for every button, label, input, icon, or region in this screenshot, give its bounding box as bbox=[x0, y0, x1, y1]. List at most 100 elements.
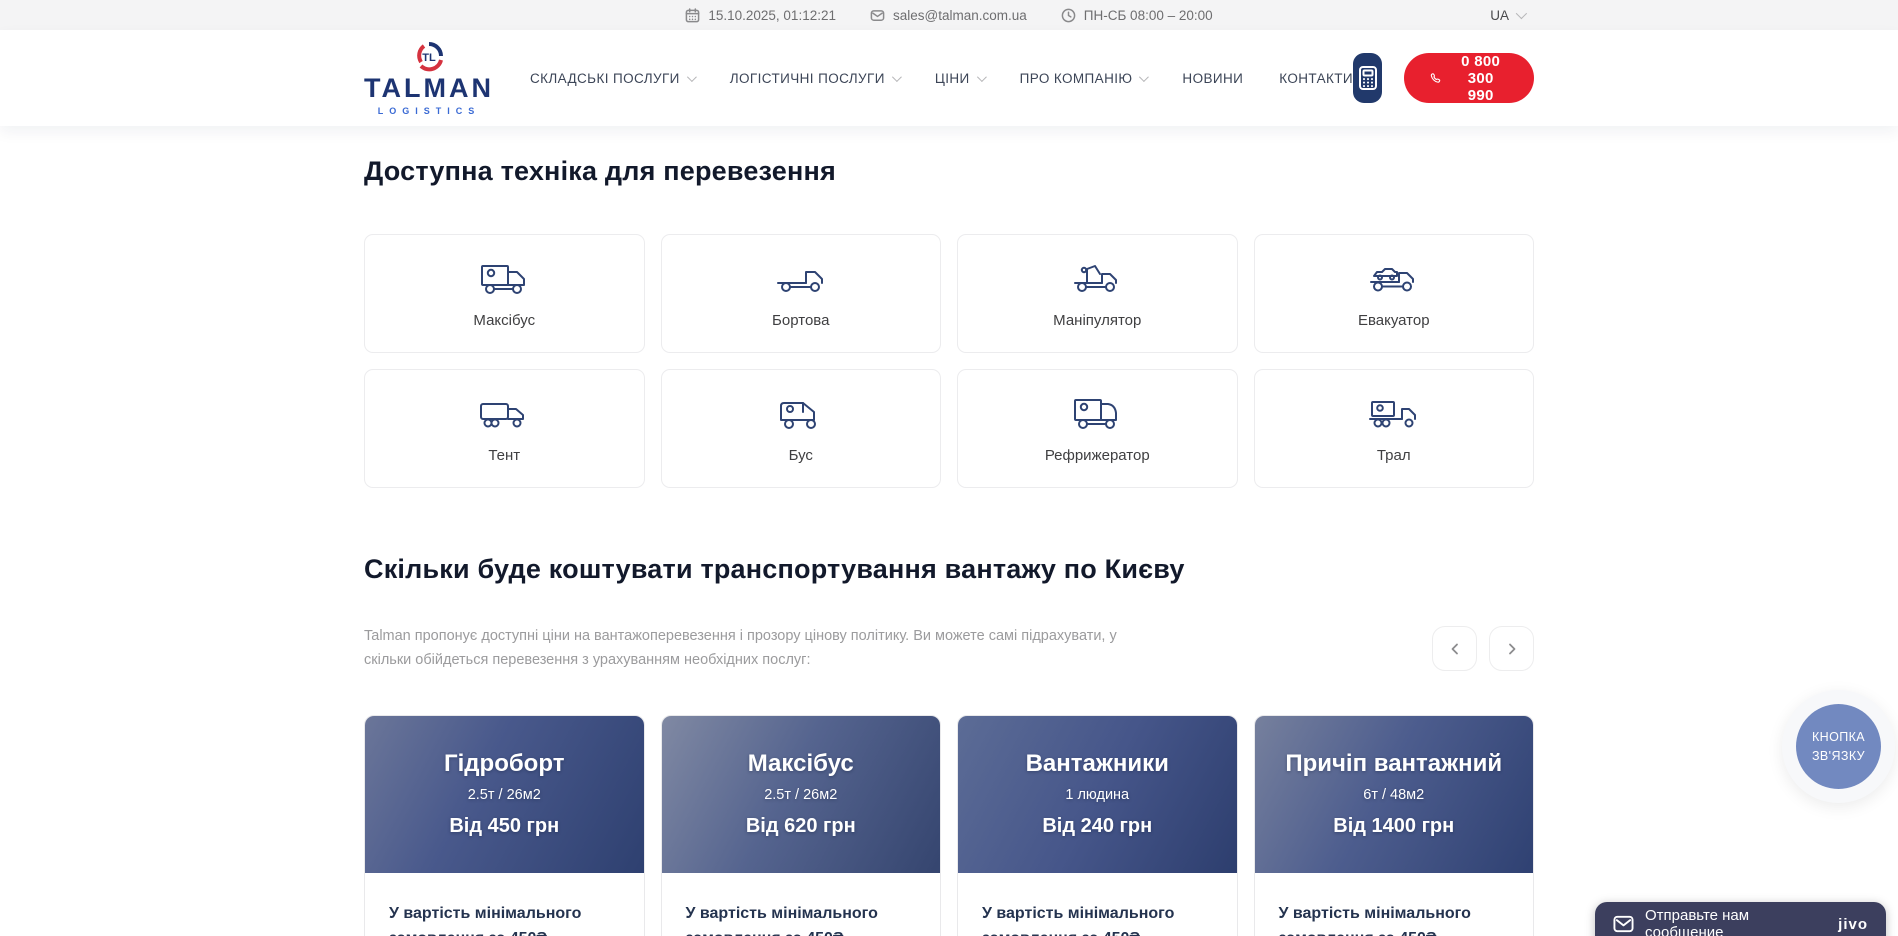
nav-label: СКЛАДСЬКІ ПОСЛУГИ bbox=[530, 71, 680, 86]
logo[interactable]: TL TALMAN LOGISTICS bbox=[364, 41, 494, 116]
callback-widget-label: КНОПКА ЗВ'ЯЗКУ bbox=[1796, 704, 1881, 789]
logo-title: TALMAN bbox=[364, 75, 494, 102]
pricing-section-title: Скільки буде коштувати транспортування в… bbox=[364, 554, 1534, 585]
calendar-icon bbox=[685, 8, 700, 23]
vehicle-label: Маніпулятор bbox=[1053, 312, 1141, 329]
email-text: sales@talman.com.ua bbox=[893, 8, 1027, 23]
language-selector[interactable]: UA bbox=[1463, 0, 1524, 30]
price-card-image: Вантажники 1 людина Від 240 грн bbox=[958, 716, 1237, 873]
vehicle-label: Рефрижератор bbox=[1045, 447, 1150, 464]
nav-label: ПРО КОМПАНІЮ bbox=[1020, 71, 1133, 86]
box-truck-icon bbox=[476, 259, 532, 299]
price-card-maxibus[interactable]: Максібус 2.5т / 26м2 Від 620 грн У варті… bbox=[661, 715, 942, 936]
tent-truck-icon bbox=[476, 394, 532, 434]
nav-label: ЦІНИ bbox=[935, 71, 970, 86]
logo-subtitle: LOGISTICS bbox=[378, 106, 481, 116]
vehicle-card-crane[interactable]: Маніпулятор bbox=[957, 234, 1238, 353]
vehicle-card-refrigerator[interactable]: Рефрижератор bbox=[957, 369, 1238, 488]
page: 15.10.2025, 01:12:21 sales@talman.com.ua… bbox=[0, 0, 1898, 936]
callback-line2: ЗВ'ЯЗКУ bbox=[1812, 747, 1865, 765]
chevron-down-icon bbox=[977, 72, 987, 82]
price-card-price: Від 620 грн bbox=[746, 815, 856, 838]
callback-widget-button[interactable]: КНОПКА ЗВ'ЯЗКУ bbox=[1782, 690, 1895, 803]
nav-item-prices[interactable]: ЦІНИ bbox=[935, 71, 984, 86]
tow-truck-icon bbox=[1366, 259, 1422, 299]
vehicles-section-title: Доступна техніка для перевезення bbox=[364, 126, 1534, 187]
email-item[interactable]: sales@talman.com.ua bbox=[870, 8, 1027, 23]
chat-message-text: Отправьте нам сообщение bbox=[1645, 907, 1823, 936]
price-card-title: Причіп вантажний bbox=[1285, 750, 1502, 778]
vehicle-card-bus[interactable]: Бус bbox=[661, 369, 942, 488]
price-card-note: У вартість мінімального замовлення за 45… bbox=[686, 901, 917, 936]
chat-envelope-icon bbox=[1613, 915, 1634, 933]
pricing-carousel-controls bbox=[1432, 626, 1534, 671]
nav-label: ЛОГІСТИЧНІ ПОСЛУГИ bbox=[730, 71, 885, 86]
main-nav: СКЛАДСЬКІ ПОСЛУГИ ЛОГІСТИЧНІ ПОСЛУГИ ЦІН… bbox=[530, 71, 1353, 86]
datetime-item: 15.10.2025, 01:12:21 bbox=[685, 8, 836, 23]
chevron-down-icon bbox=[687, 72, 697, 82]
carousel-prev-button[interactable] bbox=[1432, 626, 1477, 671]
mail-icon bbox=[870, 8, 885, 23]
vehicle-card-flatbed[interactable]: Бортова bbox=[661, 234, 942, 353]
nav-item-warehouse-services[interactable]: СКЛАДСЬКІ ПОСЛУГИ bbox=[530, 71, 694, 86]
price-card-loaders[interactable]: Вантажники 1 людина Від 240 грн У вартіс… bbox=[957, 715, 1238, 936]
svg-text:TL: TL bbox=[422, 52, 436, 64]
pricing-description: Talman пропонує доступні ціни на вантажо… bbox=[364, 625, 1139, 673]
vehicle-label: Трал bbox=[1377, 447, 1411, 464]
pricing-cards: Гідроборт 2.5т / 26м2 Від 450 грн У варт… bbox=[364, 715, 1534, 936]
calculator-icon bbox=[1356, 65, 1380, 91]
refrigerator-truck-icon bbox=[1069, 394, 1125, 434]
phone-button[interactable]: 0 800 300 990 bbox=[1404, 53, 1534, 103]
phone-number: 0 800 300 990 bbox=[1453, 53, 1508, 104]
main-header: TL TALMAN LOGISTICS СКЛАДСЬКІ ПОСЛУГИ ЛО… bbox=[0, 30, 1898, 126]
price-card-note: У вартість мінімального замовлення за 45… bbox=[982, 901, 1213, 936]
price-card-spec: 2.5т / 26м2 bbox=[468, 787, 541, 803]
nav-item-news[interactable]: НОВИНИ bbox=[1182, 71, 1243, 86]
van-icon bbox=[773, 394, 829, 434]
working-hours-text: ПН-СБ 08:00 – 20:00 bbox=[1084, 8, 1213, 23]
price-card-image: Причіп вантажний 6т / 48м2 Від 1400 грн bbox=[1255, 716, 1534, 873]
flatbed-truck-icon bbox=[773, 259, 829, 299]
price-card-title: Вантажники bbox=[1026, 750, 1169, 778]
price-card-note: У вартість мінімального замовлення за 45… bbox=[389, 901, 620, 936]
callback-line1: КНОПКА bbox=[1812, 728, 1865, 746]
vehicle-card-tow[interactable]: Евакуатор bbox=[1254, 234, 1535, 353]
vehicle-card-lowboy[interactable]: Трал bbox=[1254, 369, 1535, 488]
chevron-down-icon bbox=[892, 72, 902, 82]
chevron-down-icon bbox=[1139, 72, 1149, 82]
clock-icon bbox=[1061, 8, 1076, 23]
vehicle-card-maxibus[interactable]: Максібус bbox=[364, 234, 645, 353]
nav-item-about-company[interactable]: ПРО КОМПАНІЮ bbox=[1020, 71, 1147, 86]
price-card-hydroboard[interactable]: Гідроборт 2.5т / 26м2 Від 450 грн У варт… bbox=[364, 715, 645, 936]
vehicle-label: Тент bbox=[488, 447, 520, 464]
crane-truck-icon bbox=[1069, 259, 1125, 299]
nav-item-contacts[interactable]: КОНТАКТИ bbox=[1279, 71, 1353, 86]
price-card-spec: 2.5т / 26м2 bbox=[764, 787, 837, 803]
price-card-image: Гідроборт 2.5т / 26м2 Від 450 грн bbox=[365, 716, 644, 873]
chat-widget-bar[interactable]: Отправьте нам сообщение jivo bbox=[1595, 902, 1886, 936]
vehicle-label: Евакуатор bbox=[1358, 312, 1430, 329]
carousel-next-button[interactable] bbox=[1489, 626, 1534, 671]
logo-mark-icon: TL bbox=[412, 41, 446, 73]
price-card-title: Гідроборт bbox=[444, 750, 564, 778]
price-card-price: Від 450 грн bbox=[449, 815, 559, 838]
ukraine-flag-icon bbox=[1463, 9, 1483, 22]
vehicle-label: Бус bbox=[789, 447, 813, 464]
chevron-right-icon bbox=[1505, 642, 1519, 656]
working-hours-item: ПН-СБ 08:00 – 20:00 bbox=[1061, 8, 1213, 23]
jivo-logo: jivo bbox=[1838, 916, 1868, 933]
vehicle-label: Максібус bbox=[473, 312, 535, 329]
chevron-left-icon bbox=[1448, 642, 1462, 656]
nav-item-logistics-services[interactable]: ЛОГІСТИЧНІ ПОСЛУГИ bbox=[730, 71, 899, 86]
price-card-note: У вартість мінімального замовлення за 45… bbox=[1279, 901, 1510, 936]
price-card-cargo-trailer[interactable]: Причіп вантажний 6т / 48м2 Від 1400 грн … bbox=[1254, 715, 1535, 936]
vehicle-card-tent[interactable]: Тент bbox=[364, 369, 645, 488]
price-card-price: Від 240 грн bbox=[1042, 815, 1152, 838]
price-card-image: Максібус 2.5т / 26м2 Від 620 грн bbox=[662, 716, 941, 873]
calculator-button[interactable] bbox=[1353, 53, 1382, 103]
price-card-title: Максібус bbox=[748, 750, 854, 778]
price-card-price: Від 1400 грн bbox=[1333, 815, 1454, 838]
nav-label: НОВИНИ bbox=[1182, 71, 1243, 86]
phone-icon bbox=[1430, 68, 1441, 88]
datetime-text: 15.10.2025, 01:12:21 bbox=[708, 8, 836, 23]
